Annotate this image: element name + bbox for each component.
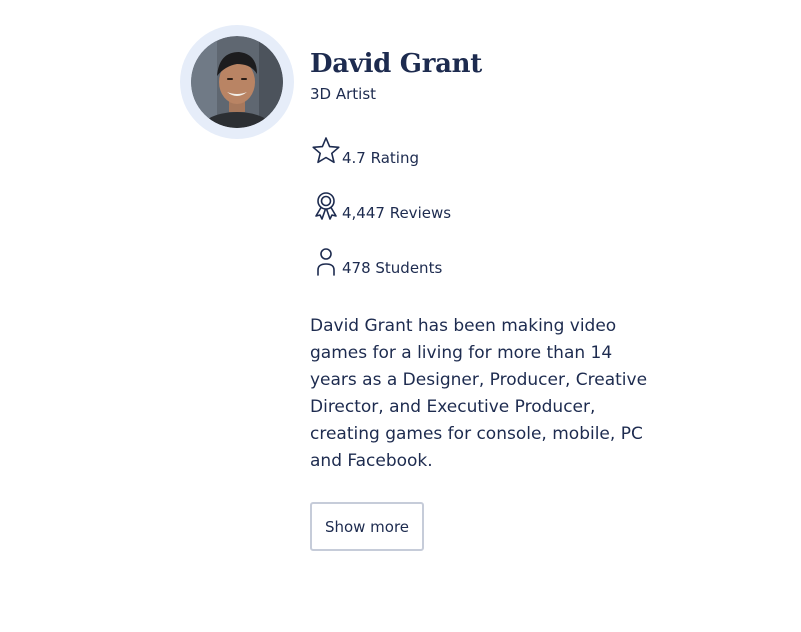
instructor-name: David Grant (310, 49, 482, 79)
stat-students-label: 478 Students (342, 259, 443, 277)
avatar-ring (180, 25, 294, 139)
stat-reviews: 4,447 Reviews (310, 190, 451, 222)
show-more-button[interactable]: Show more (310, 502, 424, 551)
stat-reviews-label: 4,447 Reviews (342, 204, 452, 222)
instructor-bio: David Grant has been making video games … (310, 316, 648, 471)
award-icon (315, 192, 337, 220)
stat-students: 478 Students (310, 245, 442, 277)
user-icon (317, 248, 335, 276)
stat-rating-label: 4.7 Rating (342, 149, 419, 167)
star-icon (312, 137, 340, 164)
avatar (191, 36, 283, 128)
instructor-role: 3D Artist (310, 85, 377, 103)
stat-rating: 4.7 Rating (310, 135, 419, 167)
